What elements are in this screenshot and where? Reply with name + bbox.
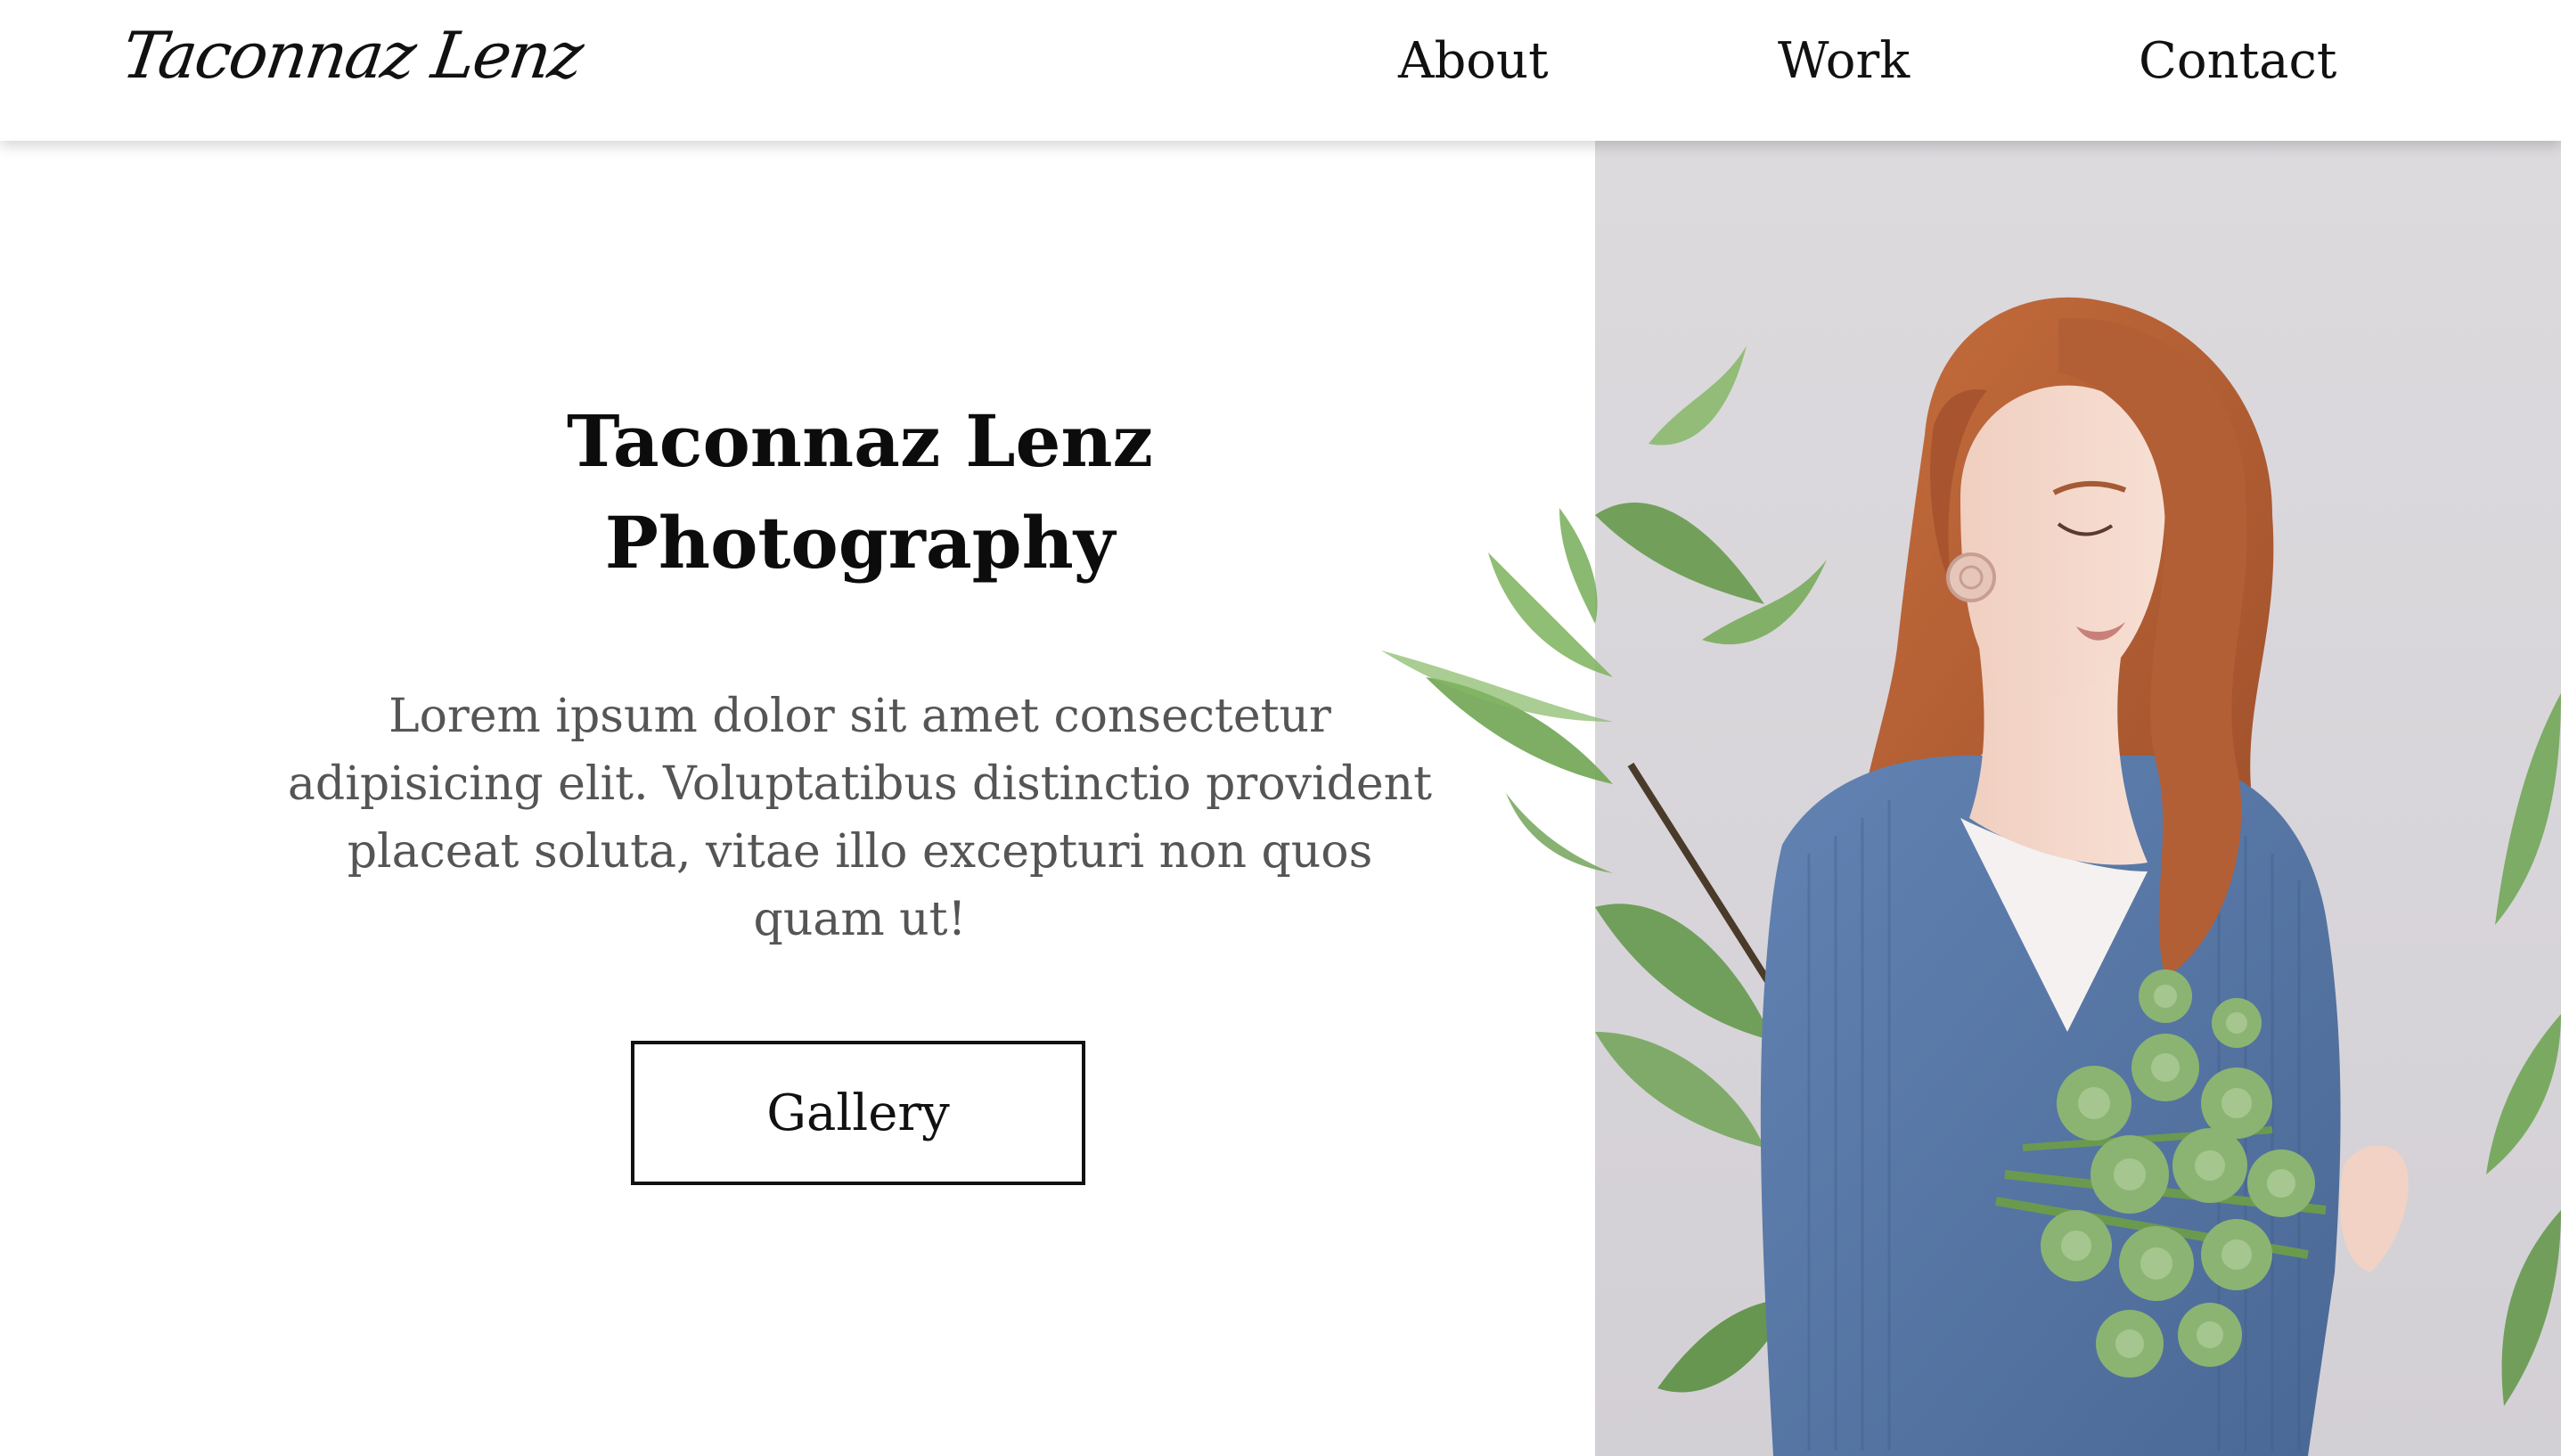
hero-title-line-1: Taconnaz Lenz (567, 399, 1153, 483)
nav-link-work[interactable]: Work (1778, 32, 1910, 90)
nav-link-about[interactable]: About (1398, 32, 1549, 90)
hero-title: Taconnaz Lenz Photography (169, 390, 1551, 593)
hero-photo (1595, 141, 2561, 1456)
site-logo[interactable]: Taconnaz Lenz (118, 18, 586, 93)
gallery-button[interactable]: Gallery (631, 1041, 1085, 1185)
portrait-illustration (1595, 297, 2561, 1456)
hero-title-line-2: Photography (604, 501, 1116, 585)
nav-link-contact[interactable]: Contact (2139, 32, 2336, 90)
decorative-leaves (1381, 508, 1613, 873)
hero-description: Lorem ipsum dolor sit amet consectetur a… (287, 690, 1433, 946)
top-navigation: Taconnaz Lenz About Work Contact (0, 0, 2561, 141)
